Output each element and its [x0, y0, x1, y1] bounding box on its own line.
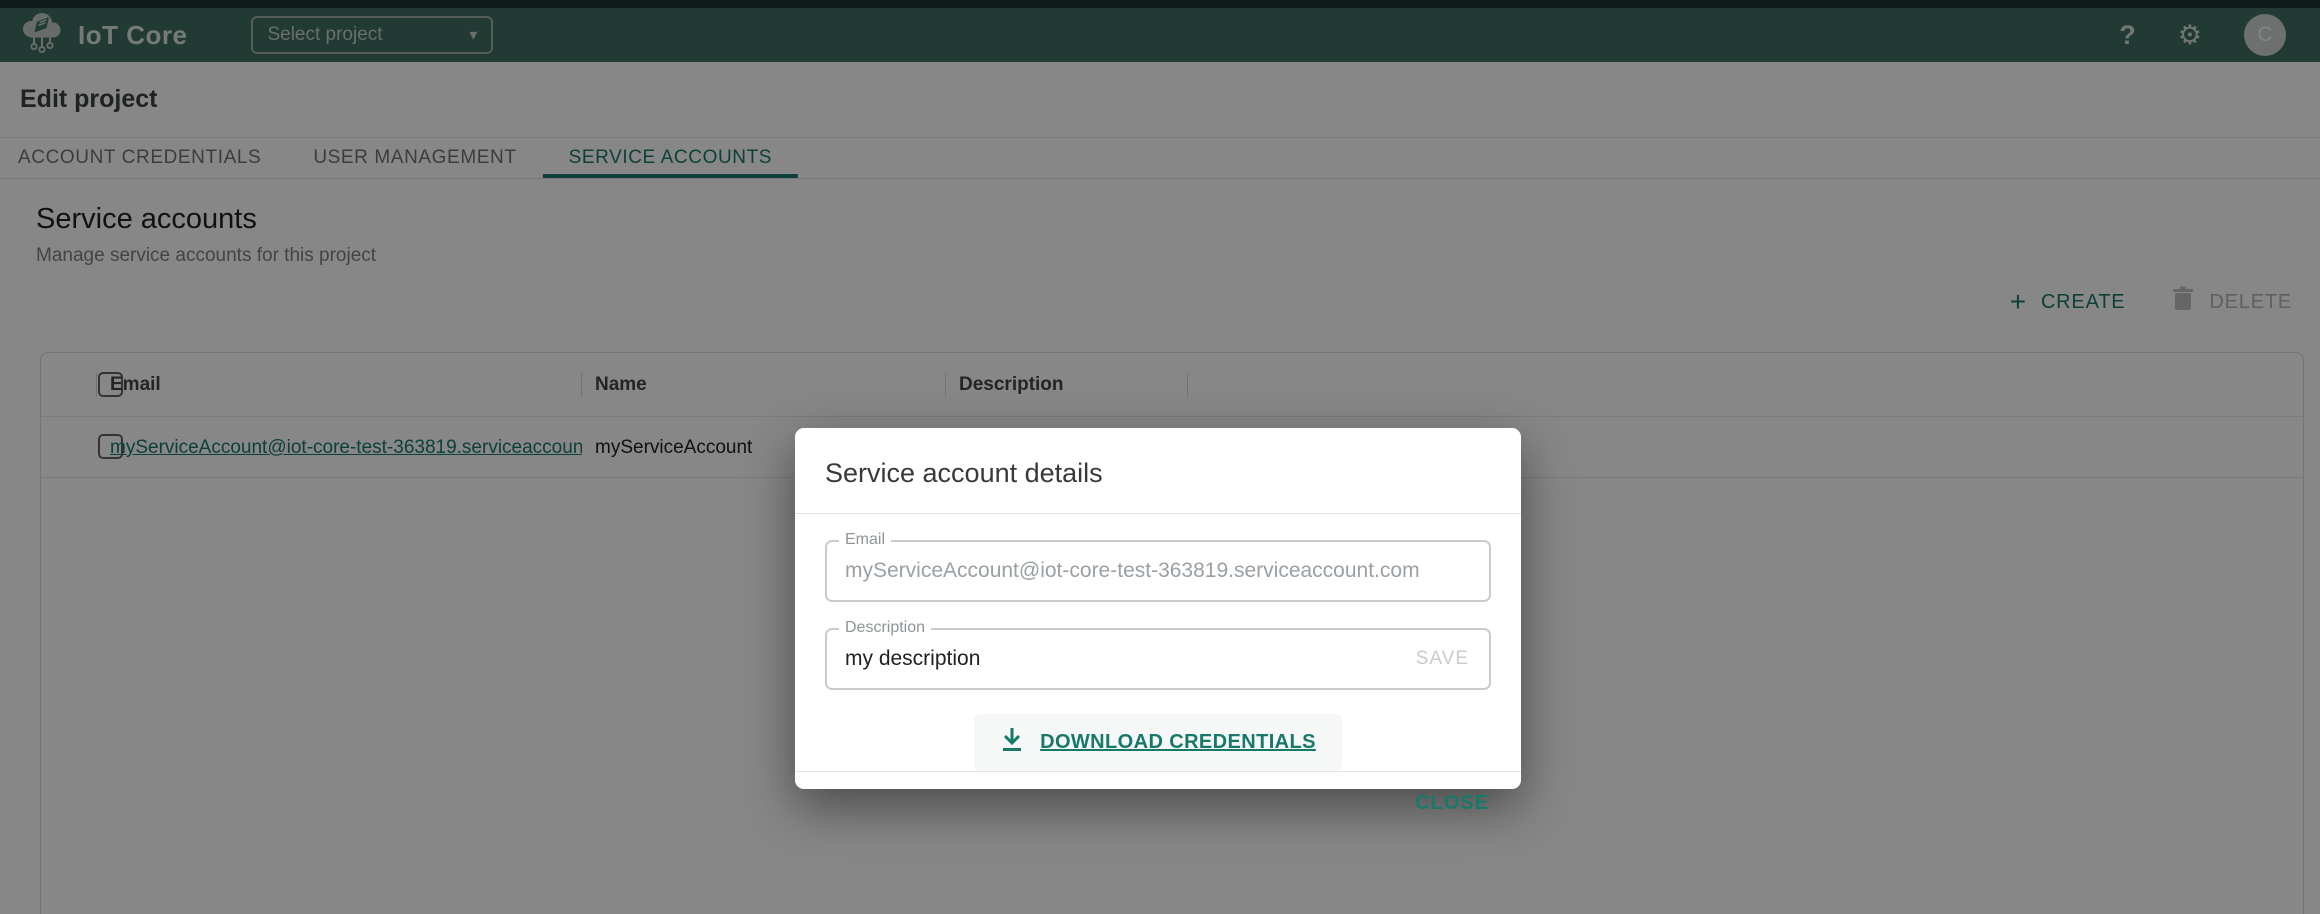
dialog-title: Service account details	[795, 428, 1521, 513]
email-field: Email	[825, 540, 1491, 602]
close-button[interactable]: CLOSE	[1413, 788, 1491, 819]
description-field: Description SAVE	[825, 628, 1491, 690]
download-credentials-label: DOWNLOAD CREDENTIALS	[1040, 731, 1316, 754]
service-account-details-dialog: Service account details Email Descriptio…	[795, 428, 1521, 789]
description-field-label: Description	[839, 619, 931, 637]
dialog-footer: CLOSE	[795, 771, 1521, 837]
download-credentials-button[interactable]: DOWNLOAD CREDENTIALS	[974, 714, 1342, 771]
app-root: IoT Core Select project ▾ ? ⚙ C Edit pro…	[0, 0, 2320, 914]
download-icon	[1000, 727, 1024, 758]
dialog-body: Email Description SAVE	[795, 514, 1521, 771]
download-area: DOWNLOAD CREDENTIALS	[825, 714, 1491, 771]
email-input[interactable]	[845, 559, 1471, 583]
email-field-label: Email	[839, 531, 891, 549]
description-input[interactable]	[845, 647, 1414, 671]
save-button[interactable]: SAVE	[1414, 648, 1471, 670]
